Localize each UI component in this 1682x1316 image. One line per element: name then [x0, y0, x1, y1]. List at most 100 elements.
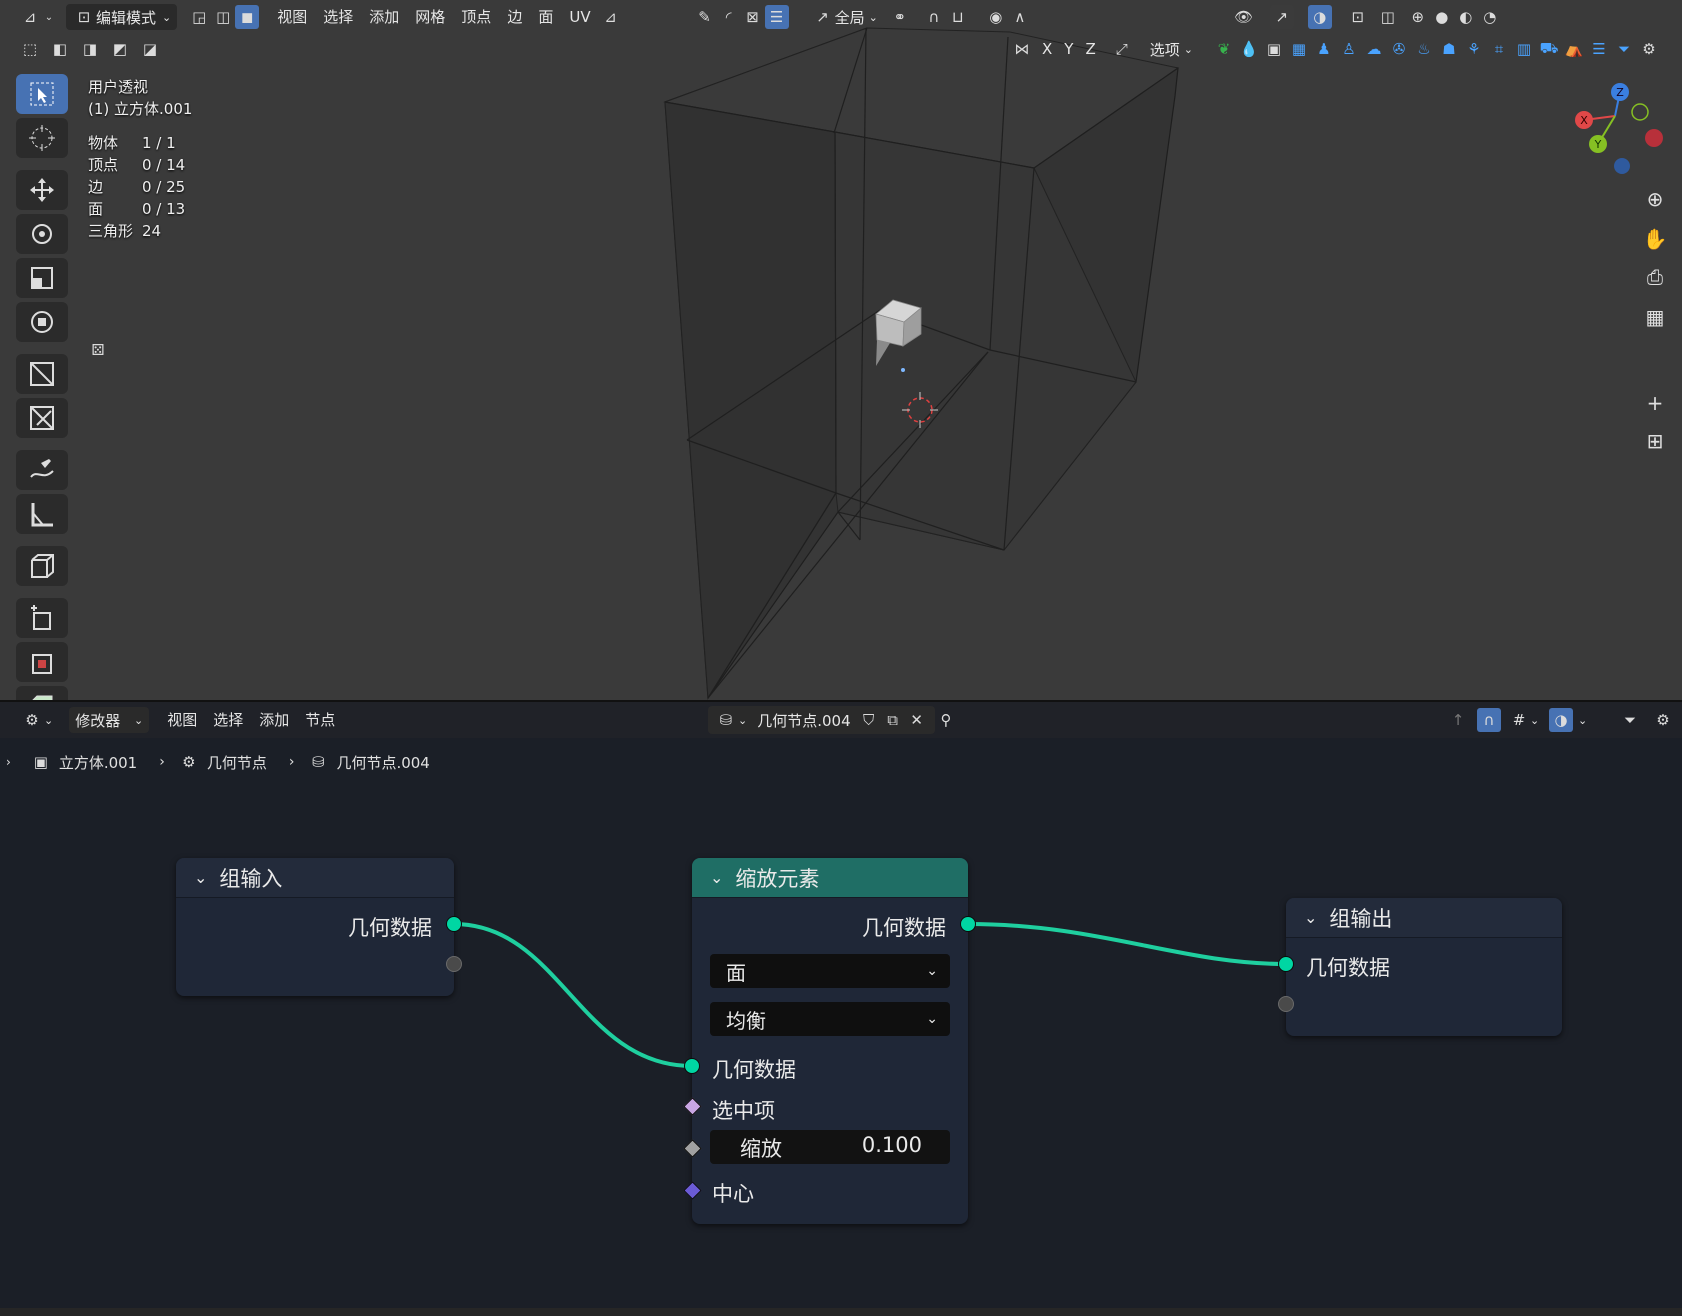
topology-mirror-icon[interactable]: ⤢: [1110, 37, 1134, 61]
wireframe-shading-icon[interactable]: ⊕: [1406, 5, 1430, 29]
frame-selected-icon[interactable]: ⊞: [1640, 426, 1670, 456]
texture-icon[interactable]: ▦: [1287, 37, 1311, 61]
drop-icon[interactable]: 💧: [1237, 37, 1261, 61]
select-subtract-icon[interactable]: ◨: [78, 37, 102, 61]
select-extend-icon[interactable]: ◧: [48, 37, 72, 61]
falloff-icon[interactable]: ∧: [1008, 5, 1032, 29]
group-input-empty-socket[interactable]: [446, 956, 462, 972]
select-invert-icon[interactable]: ◩: [108, 37, 132, 61]
menu-face[interactable]: 面: [530, 4, 561, 30]
mesh-overlay-icon[interactable]: ⊡: [1346, 5, 1370, 29]
group-output-node[interactable]: ⌄ 组输出 几何数据: [1278, 898, 1562, 1036]
chevron-down-icon[interactable]: ⌄: [42, 5, 56, 29]
scale-mode-dropdown[interactable]: 均衡 ⌄: [710, 1002, 950, 1036]
menu-vertex[interactable]: 顶点: [453, 4, 499, 30]
cloud-icon[interactable]: ☁: [1362, 37, 1386, 61]
material-shading-icon[interactable]: ◐: [1454, 5, 1478, 29]
snap-icon[interactable]: ∩: [922, 5, 946, 29]
editor-type-icon[interactable]: ⊿: [18, 5, 42, 29]
scale-tool[interactable]: [16, 258, 68, 298]
face-select-icon[interactable]: ◼: [235, 5, 260, 29]
add-cube-tool[interactable]: [16, 546, 68, 586]
plus-icon[interactable]: +: [1640, 388, 1670, 418]
menu-add[interactable]: 添加: [361, 4, 407, 30]
options-menu[interactable]: 选项: [1150, 39, 1180, 60]
chevron-down-icon[interactable]: ⌄: [1304, 908, 1317, 927]
xray-icon[interactable]: ◫: [1376, 5, 1400, 29]
filter-icon[interactable]: ⏷: [1612, 37, 1636, 61]
hand-pan-icon[interactable]: ✋: [1640, 224, 1670, 254]
chevron-down-icon[interactable]: ⌄: [710, 868, 723, 887]
scale-field[interactable]: 缩放 0.100: [710, 1130, 950, 1164]
curve-icon[interactable]: ◜: [717, 5, 741, 29]
extrude-tool[interactable]: [16, 598, 68, 638]
window-icon[interactable]: ▣: [1262, 37, 1286, 61]
car-icon[interactable]: ⛟: [1537, 37, 1561, 61]
domain-dropdown[interactable]: 面 ⌄: [710, 954, 950, 988]
select-box-tool[interactable]: [16, 74, 68, 114]
menu-edge[interactable]: 边: [499, 4, 530, 30]
nodes-icon[interactable]: ⚘: [1462, 37, 1486, 61]
eyedropper-icon[interactable]: ✎: [693, 5, 717, 29]
pivot-icon[interactable]: ⚭: [888, 5, 912, 29]
navigation-gizmo[interactable]: Z X Y: [1560, 78, 1670, 188]
building-icon[interactable]: ▥: [1512, 37, 1536, 61]
scale-elements-geometry-input-socket[interactable]: [684, 1058, 700, 1074]
group-output-header[interactable]: ⌄ 组输出: [1286, 898, 1562, 938]
gizmo-toggle-icon[interactable]: ↗: [1269, 5, 1294, 29]
group-input-geometry-socket[interactable]: [446, 916, 462, 932]
tent-icon[interactable]: ⛺: [1562, 37, 1586, 61]
axis-y-toggle[interactable]: Y: [1060, 40, 1077, 58]
axis-x-toggle[interactable]: X: [1038, 40, 1056, 58]
scale-elements-header[interactable]: ⌄ 缩放元素: [692, 858, 968, 898]
list-icon[interactable]: ☰: [764, 5, 789, 29]
film-icon[interactable]: ✇: [1387, 37, 1411, 61]
menu-uv[interactable]: UV: [561, 4, 598, 30]
people-icon[interactable]: ♟: [1312, 37, 1336, 61]
group-input-node[interactable]: ⌄ 组输入 几何数据: [176, 858, 462, 996]
scale-elements-output-socket[interactable]: [960, 916, 976, 932]
group-output-geometry-socket[interactable]: [1278, 956, 1294, 972]
dice-icon[interactable]: ⚄: [86, 338, 110, 362]
rendered-shading-icon[interactable]: ◔: [1478, 5, 1502, 29]
mirror-icon[interactable]: ⋈: [1010, 37, 1034, 61]
menu-view[interactable]: 视图: [269, 4, 315, 30]
menu-mesh[interactable]: 网格: [407, 4, 453, 30]
person-icon[interactable]: ♙: [1337, 37, 1361, 61]
mode-select[interactable]: ⊡ 编辑模式 ⌄: [66, 4, 178, 30]
solid-shading-icon[interactable]: ●: [1430, 5, 1454, 29]
inset-tool[interactable]: [16, 642, 68, 682]
knife-tool[interactable]: [16, 354, 68, 394]
grid-perspective-icon[interactable]: ▦: [1640, 302, 1670, 332]
cursor-tool[interactable]: [16, 118, 68, 158]
measure-tool[interactable]: [16, 494, 68, 534]
edge-select-icon[interactable]: ◫: [211, 5, 235, 29]
annotate-tool[interactable]: [16, 450, 68, 490]
proportional-edit-icon[interactable]: ◉: [984, 5, 1008, 29]
chevron-down-icon[interactable]: ⌄: [194, 868, 207, 887]
bulb-icon[interactable]: ♨: [1412, 37, 1436, 61]
snap-target-icon[interactable]: ⊠: [741, 5, 765, 29]
3d-viewport[interactable]: ⊿ ⌄ ⊡ 编辑模式 ⌄ ◲ ◫ ◼ 视图 选择 添加 网格 顶点 边 面 UV…: [0, 0, 1682, 726]
menu-select[interactable]: 选择: [315, 4, 361, 30]
snap-increment-icon[interactable]: ⊔: [946, 5, 970, 29]
group-output-empty-socket[interactable]: [1278, 996, 1294, 1012]
bisect-tool[interactable]: [16, 398, 68, 438]
group-input-header[interactable]: ⌄ 组输入: [176, 858, 454, 898]
frame-icon[interactable]: ⌗: [1487, 37, 1511, 61]
select-intersect-icon[interactable]: ◪: [138, 37, 162, 61]
visibility-icon[interactable]: 👁: [1232, 5, 1256, 29]
transform-tool[interactable]: [16, 302, 68, 342]
camera-icon[interactable]: ⎙: [1640, 262, 1670, 292]
node-editor[interactable]: ⚙ ⌄ 修改器 ⌄ 视图 选择 添加 节点 ⛁ ⌄ 几何节点.004 ⛉ ⧉ ✕…: [0, 700, 1682, 1316]
select-new-icon[interactable]: ⬚: [18, 37, 42, 61]
rotate-tool[interactable]: [16, 214, 68, 254]
menu-lines-icon[interactable]: ☰: [1587, 37, 1611, 61]
gear-icon[interactable]: ⚙: [1637, 37, 1661, 61]
move-tool[interactable]: [16, 170, 68, 210]
leaf-icon[interactable]: ❦: [1212, 37, 1236, 61]
overlay-toggle-icon[interactable]: ◑: [1307, 5, 1332, 29]
transform-orientation-select[interactable]: ↗ 全局 ⌄: [805, 4, 884, 30]
uv-sync-icon[interactable]: ⊿: [599, 5, 623, 29]
zoom-icon[interactable]: ⊕: [1640, 184, 1670, 214]
